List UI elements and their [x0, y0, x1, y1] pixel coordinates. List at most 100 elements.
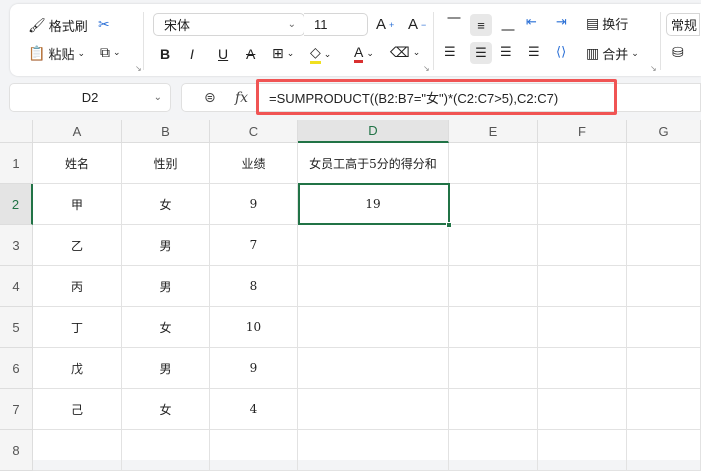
cell-g5[interactable]: [627, 307, 701, 348]
wrap-text-button[interactable]: ▤ 换行: [586, 14, 628, 33]
cell-a4[interactable]: 丙: [33, 266, 122, 307]
row-header-2[interactable]: 2: [0, 184, 33, 225]
cell-a6[interactable]: 戊: [33, 348, 122, 389]
underline-button[interactable]: U: [218, 46, 228, 62]
cell-b2[interactable]: 女: [122, 184, 210, 225]
cell-b6[interactable]: 男: [122, 348, 210, 389]
cell-e5[interactable]: [449, 307, 538, 348]
cell-b3[interactable]: 男: [122, 225, 210, 266]
cell-g4[interactable]: [627, 266, 701, 307]
cell-f1[interactable]: [538, 143, 627, 184]
cell-d4[interactable]: [298, 266, 449, 307]
justify-button[interactable]: ☰: [528, 44, 540, 60]
cell-f4[interactable]: [538, 266, 627, 307]
cell-f8[interactable]: [538, 430, 627, 471]
row-header-6[interactable]: 6: [0, 348, 33, 389]
cell-c4[interactable]: 8: [210, 266, 298, 307]
cell-c3[interactable]: 7: [210, 225, 298, 266]
cell-c2[interactable]: 9: [210, 184, 298, 225]
cut-button[interactable]: ✂: [98, 16, 110, 33]
dialog-launcher-icon[interactable]: ↘: [423, 64, 430, 73]
font-name-select[interactable]: 宋体 ⌄: [153, 13, 305, 36]
cell-d8[interactable]: [298, 430, 449, 471]
name-box[interactable]: D2 ⌄: [9, 83, 171, 112]
cell-e2[interactable]: [449, 184, 538, 225]
column-header-d[interactable]: D: [298, 120, 449, 143]
formula-input[interactable]: =SUMPRODUCT((B2:B7="女")*(C2:C7>5),C2:C7): [256, 79, 617, 115]
format-painter-button[interactable]: 🖌 格式刷: [28, 16, 88, 35]
row-header-7[interactable]: 7: [0, 389, 33, 430]
italic-button[interactable]: I: [190, 46, 194, 62]
cell-d1[interactable]: 女员工高于5分的得分和: [298, 143, 449, 184]
font-color-button[interactable]: A ⌄: [354, 44, 374, 63]
cell-d7[interactable]: [298, 389, 449, 430]
decrease-font-button[interactable]: A −: [408, 16, 426, 33]
row-header-1[interactable]: 1: [0, 143, 33, 184]
dialog-launcher-icon[interactable]: ↘: [135, 64, 142, 73]
cell-f5[interactable]: [538, 307, 627, 348]
cell-g8[interactable]: [627, 430, 701, 471]
cell-b1[interactable]: 性别: [122, 143, 210, 184]
row-header-4[interactable]: 4: [0, 266, 33, 307]
bold-button[interactable]: B: [160, 46, 170, 62]
cell-d5[interactable]: [298, 307, 449, 348]
font-size-select[interactable]: 11: [304, 13, 368, 36]
cell-c8[interactable]: [210, 430, 298, 471]
cell-d2[interactable]: 19: [298, 184, 449, 225]
fill-handle[interactable]: [446, 222, 452, 228]
dialog-launcher-icon[interactable]: ↘: [650, 64, 657, 73]
cell-b8[interactable]: [122, 430, 210, 471]
fx-icon[interactable]: fx: [235, 90, 248, 106]
cell-a3[interactable]: 乙: [33, 225, 122, 266]
cell-g3[interactable]: [627, 225, 701, 266]
cell-g7[interactable]: [627, 389, 701, 430]
cell-b4[interactable]: 男: [122, 266, 210, 307]
row-header-3[interactable]: 3: [0, 225, 33, 266]
align-left-button[interactable]: ☰: [444, 44, 456, 60]
align-right-button[interactable]: ☰: [500, 44, 512, 60]
cell-f7[interactable]: [538, 389, 627, 430]
copy-button[interactable]: ⧉ ⌄: [100, 44, 121, 61]
column-header-e[interactable]: E: [449, 120, 538, 143]
cell-c7[interactable]: 4: [210, 389, 298, 430]
cell-c5[interactable]: 10: [210, 307, 298, 348]
cell-e8[interactable]: [449, 430, 538, 471]
column-header-g[interactable]: G: [627, 120, 701, 143]
cell-a5[interactable]: 丁: [33, 307, 122, 348]
zoom-formula-icon[interactable]: ⊜: [204, 89, 216, 106]
cell-e6[interactable]: [449, 348, 538, 389]
align-middle-button[interactable]: ≡: [470, 14, 492, 36]
cell-f3[interactable]: [538, 225, 627, 266]
column-header-f[interactable]: F: [538, 120, 627, 143]
cell-f6[interactable]: [538, 348, 627, 389]
clear-button[interactable]: ⌫ ⌄: [390, 44, 420, 61]
cell-d3[interactable]: [298, 225, 449, 266]
strikethrough-button[interactable]: A: [246, 46, 255, 62]
decrease-indent-button[interactable]: ⇤: [526, 14, 537, 30]
select-all-corner[interactable]: [0, 120, 33, 143]
distributed-button[interactable]: ⟨⟩: [556, 44, 566, 60]
align-center-button[interactable]: ☰: [470, 42, 492, 64]
cell-g2[interactable]: [627, 184, 701, 225]
cell-g6[interactable]: [627, 348, 701, 389]
align-top-button[interactable]: ⎺: [444, 14, 464, 34]
cell-c1[interactable]: 业绩: [210, 143, 298, 184]
cell-styles-button[interactable]: ⛁: [672, 44, 684, 61]
borders-button[interactable]: ⊞ ⌄: [272, 45, 294, 62]
increase-indent-button[interactable]: ⇥: [556, 14, 567, 30]
cell-b5[interactable]: 女: [122, 307, 210, 348]
row-header-8[interactable]: 8: [0, 430, 33, 471]
cell-a2[interactable]: 甲: [33, 184, 122, 225]
cell-g1[interactable]: [627, 143, 701, 184]
cell-a7[interactable]: 己: [33, 389, 122, 430]
cell-e4[interactable]: [449, 266, 538, 307]
cell-a8[interactable]: [33, 430, 122, 471]
number-format-select[interactable]: 常规: [666, 13, 700, 36]
cell-c6[interactable]: 9: [210, 348, 298, 389]
cell-b7[interactable]: 女: [122, 389, 210, 430]
cell-a1[interactable]: 姓名: [33, 143, 122, 184]
row-header-5[interactable]: 5: [0, 307, 33, 348]
align-bottom-button[interactable]: ⎽: [498, 14, 518, 34]
column-header-a[interactable]: A: [33, 120, 122, 143]
cell-f2[interactable]: [538, 184, 627, 225]
